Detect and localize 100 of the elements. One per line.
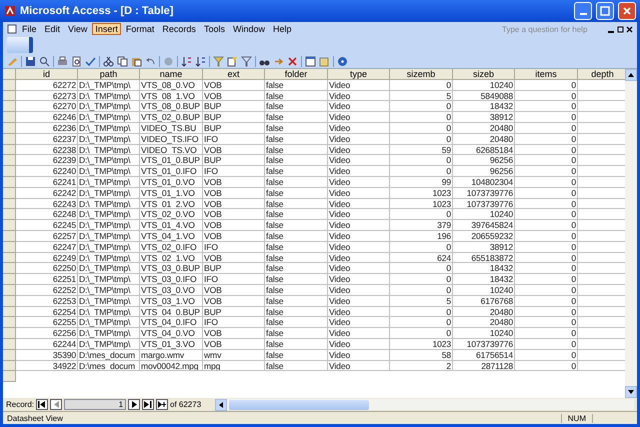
table-cell: false bbox=[265, 350, 328, 361]
menu-item[interactable]: View bbox=[65, 23, 90, 35]
restore-icon[interactable] bbox=[617, 26, 624, 32]
row-selector[interactable] bbox=[3, 317, 16, 328]
row-selector[interactable] bbox=[3, 144, 16, 156]
column-header[interactable]: sizemb bbox=[390, 69, 453, 80]
close-button[interactable] bbox=[618, 2, 636, 20]
row-selector[interactable] bbox=[3, 90, 16, 102]
delete-record-icon[interactable] bbox=[287, 56, 298, 66]
table-cell: 62255 bbox=[16, 317, 78, 328]
sort-descending-icon[interactable] bbox=[195, 56, 206, 66]
table-cell: VTS_03_0.BUP bbox=[140, 263, 203, 274]
row-selector[interactable] bbox=[3, 80, 16, 91]
table-cell: 20480 bbox=[453, 122, 515, 134]
column-header[interactable]: ext bbox=[203, 69, 265, 80]
row-selector[interactable] bbox=[3, 350, 16, 361]
previous-record-button[interactable] bbox=[50, 399, 62, 410]
select-all-corner[interactable] bbox=[3, 69, 16, 80]
filter-icon[interactable] bbox=[241, 56, 252, 66]
sort-ascending-icon[interactable] bbox=[181, 56, 192, 66]
print-icon[interactable] bbox=[57, 56, 68, 66]
row-selector[interactable] bbox=[3, 188, 16, 199]
next-record-button[interactable] bbox=[128, 399, 140, 410]
print-preview-icon[interactable] bbox=[71, 56, 82, 66]
table-cell: D:\_TMP\tmp\ bbox=[78, 317, 140, 328]
close-icon[interactable] bbox=[626, 26, 633, 32]
help-icon[interactable] bbox=[337, 56, 348, 66]
column-header[interactable]: path bbox=[78, 69, 140, 80]
next-icon bbox=[131, 401, 138, 408]
row-selector[interactable] bbox=[3, 306, 16, 318]
menu-item[interactable]: Insert bbox=[92, 23, 121, 35]
table-cell: VOB bbox=[203, 328, 265, 339]
new-row-selector[interactable] bbox=[3, 371, 16, 382]
table-cell: 10240 bbox=[453, 328, 515, 339]
menu-item[interactable]: Edit bbox=[42, 23, 64, 35]
record-number-field[interactable]: 1 bbox=[64, 399, 126, 410]
table-cell: 20480 bbox=[453, 317, 515, 328]
minimize-button[interactable] bbox=[574, 2, 592, 20]
row-selector[interactable] bbox=[3, 263, 16, 274]
row-selector[interactable] bbox=[3, 166, 16, 177]
column-header[interactable]: items bbox=[515, 69, 578, 80]
maximize-button[interactable] bbox=[596, 2, 614, 20]
cut-icon[interactable] bbox=[103, 56, 114, 66]
undo-icon[interactable] bbox=[145, 56, 156, 66]
column-header[interactable]: id bbox=[16, 69, 78, 80]
column-header[interactable]: sizeb bbox=[453, 69, 515, 80]
row-selector[interactable] bbox=[3, 328, 16, 339]
vertical-scrollbar[interactable] bbox=[625, 69, 637, 398]
scroll-up-icon[interactable] bbox=[628, 73, 634, 77]
filter-by-form-icon[interactable] bbox=[227, 56, 238, 66]
menu-item[interactable]: Help bbox=[270, 23, 294, 35]
row-selector[interactable] bbox=[3, 360, 16, 372]
menu-item[interactable]: Records bbox=[159, 23, 199, 35]
table-cell: VOB bbox=[203, 209, 265, 220]
database-window-icon[interactable] bbox=[305, 56, 316, 66]
row-selector[interactable] bbox=[3, 296, 16, 307]
row-selector[interactable] bbox=[3, 252, 16, 264]
scroll-left-icon[interactable] bbox=[219, 402, 224, 408]
spelling-icon[interactable] bbox=[85, 56, 96, 66]
row-selector[interactable] bbox=[3, 220, 16, 231]
row-selector[interactable] bbox=[3, 338, 16, 350]
row-selector[interactable] bbox=[3, 284, 16, 296]
column-header[interactable]: depth bbox=[578, 69, 625, 80]
table-cell: 0 bbox=[515, 263, 578, 274]
column-header[interactable]: name bbox=[140, 69, 203, 80]
table-cell: 379 bbox=[390, 220, 453, 231]
row-selector[interactable] bbox=[3, 134, 16, 145]
design-view-icon[interactable] bbox=[7, 56, 18, 66]
row-selector[interactable] bbox=[3, 198, 16, 210]
search-icon[interactable] bbox=[39, 56, 50, 66]
table-cell: 0 bbox=[515, 306, 578, 318]
menu-item[interactable]: Window bbox=[230, 23, 268, 35]
table-cell: 5849088 bbox=[453, 90, 515, 102]
menu-item[interactable]: File bbox=[19, 23, 40, 35]
row-selector[interactable] bbox=[3, 112, 16, 123]
table-cell: 62273 bbox=[16, 90, 78, 102]
toolbar-handle[interactable] bbox=[7, 37, 33, 53]
row-selector[interactable] bbox=[3, 101, 16, 112]
paste-icon[interactable] bbox=[131, 56, 142, 66]
first-record-button[interactable] bbox=[36, 399, 48, 410]
help-search-field[interactable]: Type a question for help bbox=[502, 24, 606, 34]
copy-icon[interactable] bbox=[117, 56, 128, 66]
row-selector[interactable] bbox=[3, 176, 16, 188]
row-selector[interactable] bbox=[3, 230, 16, 242]
row-selector[interactable] bbox=[3, 274, 16, 285]
row-selector[interactable] bbox=[3, 209, 16, 220]
menu-item[interactable]: Tools bbox=[200, 23, 228, 35]
last-record-button[interactable] bbox=[142, 399, 154, 410]
scroll-down-icon[interactable] bbox=[628, 390, 634, 394]
document-icon[interactable] bbox=[7, 24, 17, 34]
row-selector[interactable] bbox=[3, 122, 16, 134]
new-record-button[interactable] bbox=[156, 399, 168, 410]
menu-item[interactable]: Format bbox=[122, 23, 158, 35]
row-selector[interactable] bbox=[3, 242, 16, 253]
column-header[interactable]: type bbox=[328, 69, 390, 80]
table-cell: 99 bbox=[390, 176, 453, 188]
row-selector[interactable] bbox=[3, 155, 16, 166]
horizontal-scrollbar[interactable] bbox=[215, 399, 634, 410]
column-header[interactable]: folder bbox=[265, 69, 328, 80]
save-icon[interactable] bbox=[25, 56, 36, 66]
